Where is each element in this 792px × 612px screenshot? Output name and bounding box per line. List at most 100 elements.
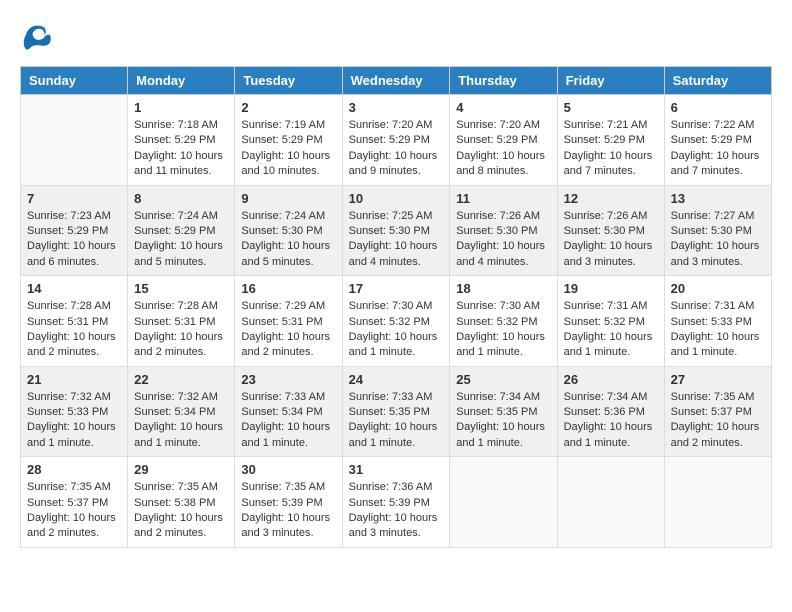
day-info: Sunrise: 7:30 AM Sunset: 5:32 PM Dayligh…	[456, 299, 550, 361]
calendar-cell: 20Sunrise: 7:31 AM Sunset: 5:33 PM Dayli…	[664, 276, 771, 367]
day-number: 12	[564, 191, 658, 206]
day-number: 15	[134, 281, 228, 296]
calendar-cell: 6 Sunrise: 7:22 AM Sunset: 5:29 PM Daylig…	[664, 95, 771, 186]
calendar-cell: 7 Sunrise: 7:23 AM Sunset: 5:29 PM Daylig…	[21, 185, 128, 276]
calendar-cell: 17 Sunrise: 7:30 AM Sunset: 5:32 PM Dayli…	[342, 276, 450, 367]
calendar-cell: 11 Sunrise: 7:26 AM Sunset: 5:30 PM Dayli…	[450, 185, 557, 276]
calendar-week-3: 14 Sunrise: 7:28 AM Sunset: 5:31 PM Dayli…	[21, 276, 772, 367]
day-number: 19	[564, 281, 658, 296]
day-number: 6	[671, 100, 765, 115]
calendar-cell: 31Sunrise: 7:36 AM Sunset: 5:39 PM Dayli…	[342, 457, 450, 548]
day-number: 27	[671, 372, 765, 387]
day-info: Sunrise: 7:20 AM Sunset: 5:29 PM Dayligh…	[349, 118, 444, 180]
calendar-cell: 9 Sunrise: 7:24 AM Sunset: 5:30 PM Daylig…	[235, 185, 342, 276]
day-number: 10	[349, 191, 444, 206]
calendar-cell: 12 Sunrise: 7:26 AM Sunset: 5:30 PM Dayli…	[557, 185, 664, 276]
day-info: Sunrise: 7:35 AM Sunset: 5:37 PM Dayligh…	[27, 480, 121, 542]
day-number: 20	[671, 281, 765, 296]
day-info: Sunrise: 7:26 AM Sunset: 5:30 PM Dayligh…	[564, 209, 658, 271]
day-number: 1	[134, 100, 228, 115]
day-info: Sunrise: 7:33 AM Sunset: 5:34 PM Dayligh…	[241, 390, 335, 452]
calendar-cell: 2Sunrise: 7:19 AM Sunset: 5:29 PM Daylig…	[235, 95, 342, 186]
day-number: 7	[27, 191, 121, 206]
day-number: 23	[241, 372, 335, 387]
calendar-cell: 28 Sunrise: 7:35 AM Sunset: 5:37 PM Dayli…	[21, 457, 128, 548]
calendar-cell: 18 Sunrise: 7:30 AM Sunset: 5:32 PM Dayli…	[450, 276, 557, 367]
day-number: 4	[456, 100, 550, 115]
calendar-cell: 3 Sunrise: 7:20 AM Sunset: 5:29 PM Daylig…	[342, 95, 450, 186]
day-number: 13	[671, 191, 765, 206]
day-info: Sunrise: 7:23 AM Sunset: 5:29 PM Dayligh…	[27, 209, 121, 271]
day-info: Sunrise: 7:31 AM Sunset: 5:32 PM Dayligh…	[564, 299, 658, 361]
calendar-cell: 30 Sunrise: 7:35 AM Sunset: 5:39 PM Dayli…	[235, 457, 342, 548]
day-number: 24	[349, 372, 444, 387]
calendar-cell: 22Sunrise: 7:32 AM Sunset: 5:34 PM Dayli…	[128, 366, 235, 457]
calendar-cell	[21, 95, 128, 186]
day-info: Sunrise: 7:34 AM Sunset: 5:36 PM Dayligh…	[564, 390, 658, 452]
day-number: 11	[456, 191, 550, 206]
day-number: 25	[456, 372, 550, 387]
calendar-cell: 25Sunrise: 7:34 AM Sunset: 5:35 PM Dayli…	[450, 366, 557, 457]
day-number: 16	[241, 281, 335, 296]
day-number: 29	[134, 462, 228, 477]
calendar-week-4: 21 Sunrise: 7:32 AM Sunset: 5:33 PM Dayli…	[21, 366, 772, 457]
weekday-header-tuesday: Tuesday	[235, 67, 342, 95]
day-info: Sunrise: 7:28 AM Sunset: 5:31 PM Dayligh…	[27, 299, 121, 361]
calendar-cell	[557, 457, 664, 548]
calendar-week-5: 28 Sunrise: 7:35 AM Sunset: 5:37 PM Dayli…	[21, 457, 772, 548]
day-info: Sunrise: 7:24 AM Sunset: 5:30 PM Dayligh…	[241, 209, 335, 271]
day-info: Sunrise: 7:26 AM Sunset: 5:30 PM Dayligh…	[456, 209, 550, 271]
calendar-cell	[450, 457, 557, 548]
day-info: Sunrise: 7:36 AM Sunset: 5:39 PM Dayligh…	[349, 480, 444, 542]
day-info: Sunrise: 7:18 AM Sunset: 5:29 PM Dayligh…	[134, 118, 228, 180]
weekday-header-wednesday: Wednesday	[342, 67, 450, 95]
calendar-cell: 26 Sunrise: 7:34 AM Sunset: 5:36 PM Dayli…	[557, 366, 664, 457]
calendar-week-1: 1 Sunrise: 7:18 AM Sunset: 5:29 PM Daylig…	[21, 95, 772, 186]
logo-icon	[22, 20, 52, 50]
day-number: 21	[27, 372, 121, 387]
day-info: Sunrise: 7:28 AM Sunset: 5:31 PM Dayligh…	[134, 299, 228, 361]
day-number: 30	[241, 462, 335, 477]
calendar-cell: 10 Sunrise: 7:25 AM Sunset: 5:30 PM Dayli…	[342, 185, 450, 276]
calendar-cell: 19 Sunrise: 7:31 AM Sunset: 5:32 PM Dayli…	[557, 276, 664, 367]
calendar-cell: 23 Sunrise: 7:33 AM Sunset: 5:34 PM Dayli…	[235, 366, 342, 457]
weekday-header-thursday: Thursday	[450, 67, 557, 95]
day-number: 5	[564, 100, 658, 115]
day-info: Sunrise: 7:35 AM Sunset: 5:39 PM Dayligh…	[241, 480, 335, 542]
day-number: 18	[456, 281, 550, 296]
day-info: Sunrise: 7:35 AM Sunset: 5:37 PM Dayligh…	[671, 390, 765, 452]
day-number: 28	[27, 462, 121, 477]
calendar-cell: 16Sunrise: 7:29 AM Sunset: 5:31 PM Dayli…	[235, 276, 342, 367]
day-number: 17	[349, 281, 444, 296]
page-header	[20, 20, 772, 50]
day-info: Sunrise: 7:24 AM Sunset: 5:29 PM Dayligh…	[134, 209, 228, 271]
calendar-cell: 4 Sunrise: 7:20 AM Sunset: 5:29 PM Daylig…	[450, 95, 557, 186]
day-number: 9	[241, 191, 335, 206]
calendar-cell	[664, 457, 771, 548]
day-info: Sunrise: 7:27 AM Sunset: 5:30 PM Dayligh…	[671, 209, 765, 271]
day-info: Sunrise: 7:35 AM Sunset: 5:38 PM Dayligh…	[134, 480, 228, 542]
calendar-cell: 27 Sunrise: 7:35 AM Sunset: 5:37 PM Dayli…	[664, 366, 771, 457]
day-number: 22	[134, 372, 228, 387]
day-number: 3	[349, 100, 444, 115]
calendar-header-row: SundayMondayTuesdayWednesdayThursdayFrid…	[21, 67, 772, 95]
day-info: Sunrise: 7:25 AM Sunset: 5:30 PM Dayligh…	[349, 209, 444, 271]
calendar-cell: 5 Sunrise: 7:21 AM Sunset: 5:29 PM Daylig…	[557, 95, 664, 186]
day-info: Sunrise: 7:21 AM Sunset: 5:29 PM Dayligh…	[564, 118, 658, 180]
day-number: 8	[134, 191, 228, 206]
day-number: 26	[564, 372, 658, 387]
calendar-cell: 13 Sunrise: 7:27 AM Sunset: 5:30 PM Dayli…	[664, 185, 771, 276]
calendar-cell: 8 Sunrise: 7:24 AM Sunset: 5:29 PM Daylig…	[128, 185, 235, 276]
day-info: Sunrise: 7:32 AM Sunset: 5:33 PM Dayligh…	[27, 390, 121, 452]
weekday-header-friday: Friday	[557, 67, 664, 95]
day-info: Sunrise: 7:22 AM Sunset: 5:29 PM Dayligh…	[671, 118, 765, 180]
logo	[20, 20, 52, 50]
weekday-header-monday: Monday	[128, 67, 235, 95]
calendar-week-2: 7 Sunrise: 7:23 AM Sunset: 5:29 PM Daylig…	[21, 185, 772, 276]
day-info: Sunrise: 7:20 AM Sunset: 5:29 PM Dayligh…	[456, 118, 550, 180]
calendar-table: SundayMondayTuesdayWednesdayThursdayFrid…	[20, 66, 772, 548]
day-number: 14	[27, 281, 121, 296]
weekday-header-saturday: Saturday	[664, 67, 771, 95]
day-info: Sunrise: 7:30 AM Sunset: 5:32 PM Dayligh…	[349, 299, 444, 361]
day-info: Sunrise: 7:33 AM Sunset: 5:35 PM Dayligh…	[349, 390, 444, 452]
